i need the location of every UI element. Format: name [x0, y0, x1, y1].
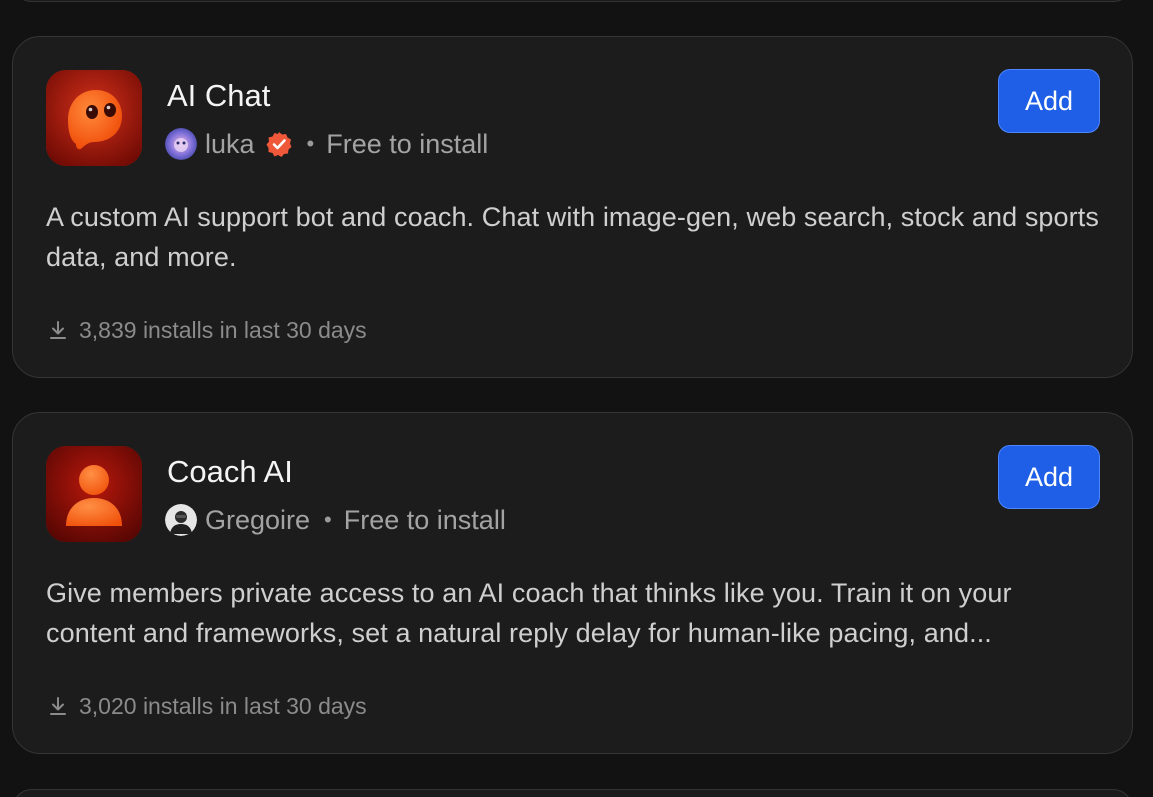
- author-name[interactable]: Gregoire: [205, 505, 310, 536]
- app-meta: Gregoire • Free to install: [165, 503, 506, 537]
- next-app-card-edge[interactable]: [12, 789, 1133, 797]
- install-count-text: 3,839 installs in last 30 days: [79, 316, 367, 343]
- install-count-text: 3,020 installs in last 30 days: [79, 692, 367, 719]
- person-icon: [46, 446, 142, 542]
- author-name[interactable]: luka: [205, 129, 255, 160]
- app-description: A custom AI support bot and coach. Chat …: [46, 202, 1099, 272]
- app-description: Give members private access to an AI coa…: [46, 578, 1012, 648]
- ghost-icon: [46, 70, 142, 166]
- app-name[interactable]: Coach AI: [167, 453, 293, 491]
- app-card-ai-chat[interactable]: AI Chat luka • Free to install Add A cus…: [12, 36, 1133, 378]
- install-count: 3,839 installs in last 30 days: [47, 314, 367, 346]
- author-avatar[interactable]: [165, 504, 197, 536]
- meta-separator: •: [324, 507, 332, 532]
- add-button[interactable]: Add: [998, 445, 1100, 509]
- price-label: Free to install: [326, 128, 489, 159]
- install-count: 3,020 installs in last 30 days: [47, 690, 367, 722]
- download-icon: [47, 695, 69, 717]
- author-avatar[interactable]: [165, 128, 197, 160]
- price-label: Free to install: [343, 504, 506, 535]
- app-name[interactable]: AI Chat: [167, 77, 270, 115]
- previous-app-card-edge[interactable]: [12, 0, 1133, 2]
- verified-badge-icon: [265, 130, 293, 158]
- app-card-coach-ai[interactable]: Coach AI Gregoire • Free to install Add …: [12, 412, 1133, 754]
- app-meta: luka • Free to install: [165, 127, 488, 161]
- app-directory-list: AI Chat luka • Free to install Add A cus…: [0, 0, 1153, 797]
- add-button[interactable]: Add: [998, 69, 1100, 133]
- meta-separator: •: [306, 131, 315, 156]
- download-icon: [47, 319, 69, 341]
